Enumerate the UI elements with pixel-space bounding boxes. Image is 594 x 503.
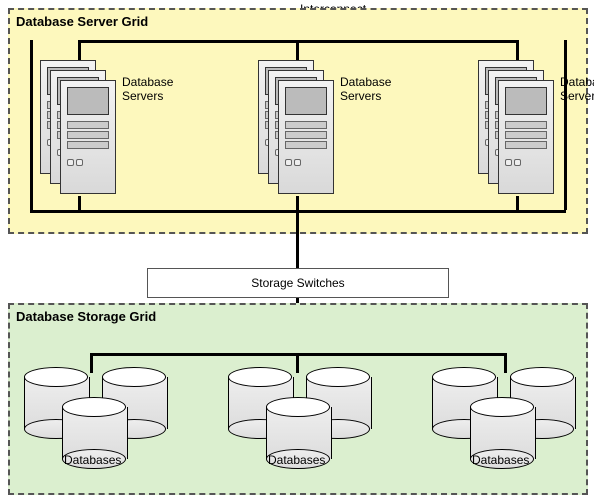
storage-switches-label: Storage Switches bbox=[251, 276, 344, 290]
storage-grid-title: Database Storage Grid bbox=[16, 309, 156, 324]
server-cluster-label: DatabaseServers bbox=[122, 76, 173, 104]
server-cluster: DatabaseServers bbox=[478, 60, 594, 200]
database-cluster: Databases bbox=[24, 367, 184, 487]
server-cluster-label: DatabaseServers bbox=[340, 76, 391, 104]
database-cluster-label: Databases bbox=[64, 453, 121, 467]
server-icon bbox=[278, 80, 334, 194]
link-servers-to-switch bbox=[296, 210, 299, 268]
server-grid-title: Database Server Grid bbox=[16, 14, 148, 29]
server-cluster: DatabaseServers bbox=[40, 60, 170, 200]
server-cluster-label: DatabaseServers bbox=[560, 76, 594, 104]
architecture-diagram: Interconnect Database Server Grid bbox=[0, 0, 594, 503]
server-bus-drop-3 bbox=[516, 40, 519, 62]
server-bus-drop-1 bbox=[78, 40, 81, 62]
server-bus-left bbox=[30, 40, 33, 210]
database-cluster-label: Databases bbox=[472, 453, 529, 467]
database-server-grid: Database Server Grid DatabaseServers bbox=[8, 8, 588, 234]
storage-switches-box: Storage Switches bbox=[147, 268, 449, 298]
database-cluster: Databases bbox=[228, 367, 388, 487]
server-cluster: DatabaseServers bbox=[258, 60, 388, 200]
server-icon bbox=[498, 80, 554, 194]
database-cluster: Databases bbox=[432, 367, 592, 487]
database-storage-grid: Database Storage Grid Databases Database… bbox=[8, 303, 588, 495]
server-icon bbox=[60, 80, 116, 194]
database-cluster-label: Databases bbox=[268, 453, 325, 467]
server-bus-drop-2 bbox=[296, 40, 299, 62]
